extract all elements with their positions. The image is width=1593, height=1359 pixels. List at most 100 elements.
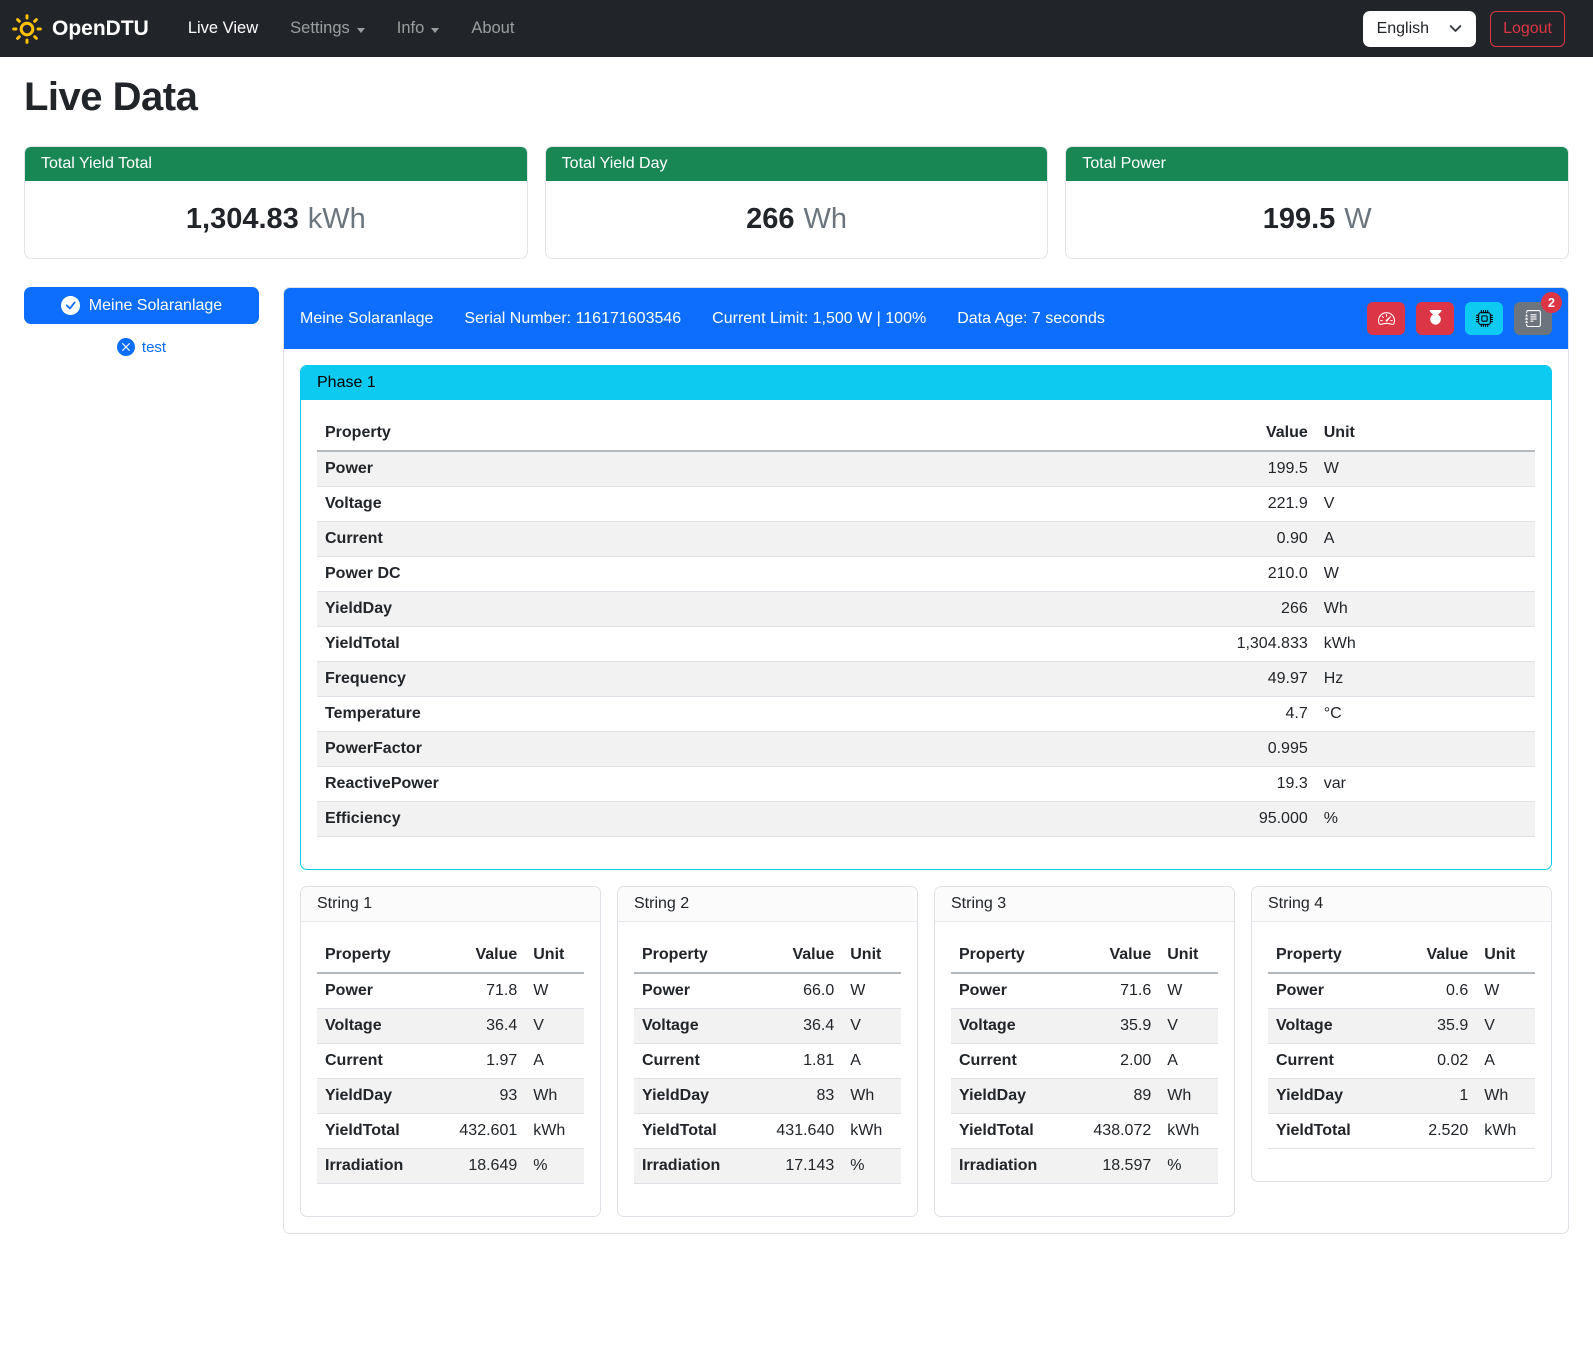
value-cell: 4.7 — [1194, 697, 1316, 732]
phase-card: Phase 1 Property Value Unit P — [300, 365, 1552, 870]
sun-icon — [12, 14, 42, 44]
journal-text-icon — [1525, 310, 1542, 327]
unit-cell: V — [1476, 1009, 1535, 1044]
summary-card-total-yield-day: Total Yield Day 266Wh — [545, 146, 1049, 259]
value-cell: 18.597 — [1079, 1149, 1159, 1184]
value-cell: 36.4 — [762, 1009, 842, 1044]
value-cell: 1.97 — [445, 1044, 525, 1079]
unit-cell: Wh — [842, 1079, 901, 1114]
property-cell: Current — [1268, 1044, 1396, 1079]
value-cell: 266 — [1194, 592, 1316, 627]
col-property: Property — [1268, 938, 1396, 973]
unit-cell: V — [525, 1009, 584, 1044]
table-row: Power71.6W — [951, 973, 1218, 1009]
nav-item-about[interactable]: About — [455, 11, 530, 46]
value-cell: 210.0 — [1194, 557, 1316, 592]
table-row: Voltage35.9V — [1268, 1009, 1535, 1044]
table-row: YieldDay266Wh — [317, 592, 1535, 627]
property-cell: YieldDay — [317, 592, 1194, 627]
nav-item-live-view[interactable]: Live View — [172, 11, 274, 46]
logout-button[interactable]: Logout — [1490, 11, 1565, 47]
event-log-button[interactable]: 2 — [1514, 302, 1552, 335]
col-value: Value — [1194, 416, 1316, 451]
value-cell: 0.90 — [1194, 522, 1316, 557]
panel-actions: 2 — [1367, 302, 1552, 335]
string-card-1: String 1 Property Value Unit — [300, 886, 601, 1217]
power-toggle-button[interactable] — [1416, 302, 1454, 335]
unit-cell: W — [1316, 557, 1535, 592]
inverter-select-button[interactable]: Meine Solaranlage — [24, 287, 259, 324]
string-card-title: String 3 — [935, 887, 1234, 922]
property-cell: Voltage — [951, 1009, 1079, 1044]
property-cell: Power — [317, 451, 1194, 487]
value-cell: 17.143 — [762, 1149, 842, 1184]
value-cell: 83 — [762, 1079, 842, 1114]
string-table: Property Value Unit Power71.8WVoltage36.… — [317, 938, 584, 1184]
language-value: English — [1377, 20, 1429, 38]
brand[interactable]: OpenDTU — [12, 14, 149, 44]
col-value: Value — [1079, 938, 1159, 973]
summary-value: 199.5 — [1263, 203, 1336, 235]
table-row: PowerFactor0.995 — [317, 732, 1535, 767]
property-cell: Current — [317, 1044, 445, 1079]
value-cell: 199.5 — [1194, 451, 1316, 487]
nav-item-label: Live View — [188, 19, 258, 38]
property-cell: Current — [634, 1044, 762, 1079]
unit-cell: % — [525, 1149, 584, 1184]
summary-unit: Wh — [803, 203, 847, 235]
table-row: Voltage36.4V — [317, 1009, 584, 1044]
summary-card-total-yield-total: Total Yield Total 1,304.83kWh — [24, 146, 528, 259]
property-cell: YieldTotal — [1268, 1114, 1396, 1149]
summary-card-body: 199.5W — [1066, 181, 1568, 258]
nav-item-settings[interactable]: Settings — [274, 11, 381, 46]
property-cell: Power DC — [317, 557, 1194, 592]
table-header-row: Property Value Unit — [1268, 938, 1535, 973]
value-cell: 95.000 — [1194, 802, 1316, 837]
unit-cell: V — [1316, 487, 1535, 522]
unit-cell: kWh — [525, 1114, 584, 1149]
summary-value: 266 — [746, 203, 794, 235]
inverter-name: test — [142, 339, 166, 356]
unit-cell: V — [1159, 1009, 1218, 1044]
value-cell: 19.3 — [1194, 767, 1316, 802]
property-cell: Efficiency — [317, 802, 1194, 837]
language-select[interactable]: English — [1363, 11, 1476, 47]
table-row: Irradiation18.649% — [317, 1149, 584, 1184]
summary-card-body: 1,304.83kWh — [25, 181, 527, 258]
unit-cell: Wh — [1316, 592, 1535, 627]
page-title: Live Data — [24, 75, 1569, 120]
caret-down-icon — [431, 28, 439, 33]
cpu-icon — [1476, 310, 1493, 327]
nav-links: Live View Settings Info About — [172, 11, 531, 46]
current-limit: Current Limit: 1,500 W | 100% — [712, 310, 926, 328]
table-row: Current0.90A — [317, 522, 1535, 557]
col-unit: Unit — [1316, 416, 1535, 451]
string-card-body: Property Value Unit Power71.6WVoltage35.… — [935, 922, 1234, 1216]
nav-item-label: About — [471, 19, 514, 38]
power-icon — [1427, 310, 1444, 327]
check-circle-icon — [61, 296, 80, 315]
value-cell: 49.97 — [1194, 662, 1316, 697]
property-cell: Power — [317, 973, 445, 1009]
device-info-button[interactable] — [1465, 302, 1503, 335]
property-cell: Current — [317, 522, 1194, 557]
summary-card-title: Total Yield Total — [25, 147, 527, 181]
inverter-panel-header: Meine Solaranlage Serial Number: 1161716… — [284, 288, 1568, 349]
summary-unit: W — [1344, 203, 1371, 235]
table-row: ReactivePower19.3var — [317, 767, 1535, 802]
unit-cell: W — [525, 973, 584, 1009]
inverter-item-test[interactable]: test — [24, 338, 259, 356]
table-row: Power71.8W — [317, 973, 584, 1009]
table-row: Irradiation18.597% — [951, 1149, 1218, 1184]
caret-down-icon — [357, 28, 365, 33]
property-cell: Voltage — [1268, 1009, 1396, 1044]
unit-cell: V — [842, 1009, 901, 1044]
limit-settings-button[interactable] — [1367, 302, 1405, 335]
property-cell: YieldTotal — [634, 1114, 762, 1149]
nav-item-info[interactable]: Info — [381, 11, 456, 46]
table-row: Voltage36.4V — [634, 1009, 901, 1044]
string-card-body: Property Value Unit Power66.0WVoltage36.… — [618, 922, 917, 1216]
table-row: YieldDay93Wh — [317, 1079, 584, 1114]
table-row: Temperature4.7°C — [317, 697, 1535, 732]
property-cell: Voltage — [317, 1009, 445, 1044]
